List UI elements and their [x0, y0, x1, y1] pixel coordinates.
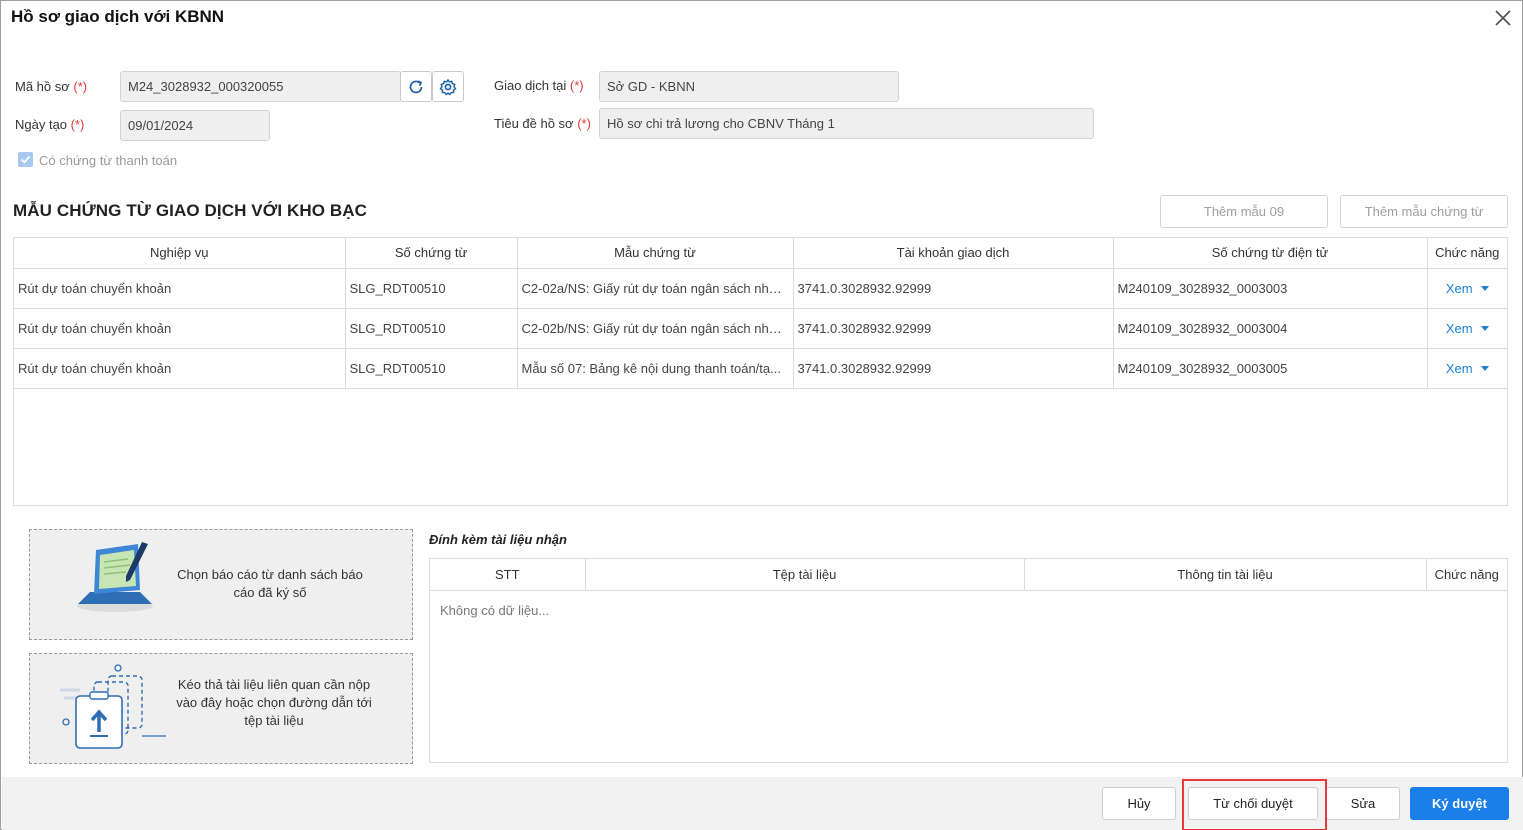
attachments-header-row: STT Tệp tài liệu Thông tin tài liệu Chức…	[430, 559, 1507, 591]
ngay-tao-field: 09/01/2024	[120, 110, 270, 141]
check-icon	[20, 155, 31, 164]
upload-document-icon	[60, 664, 166, 749]
col-nghiep-vu: Nghiệp vụ	[14, 238, 346, 269]
refresh-icon	[409, 79, 423, 93]
giao-dich-tai-label: Giao dịch tại (*)	[494, 78, 584, 93]
table-row[interactable]: Rút dự toán chuyển khoản SLG_RDT00510 Mẫ…	[14, 348, 1507, 389]
ma-ho-so-field: M24_3028932_000320055	[120, 71, 401, 102]
caret-down-icon	[1480, 325, 1489, 331]
col-tai-khoan: Tài khoản giao dịch	[793, 238, 1114, 269]
giao-dich-tai-field: Sở GD - KBNN	[599, 71, 899, 102]
settings-button[interactable]	[432, 71, 464, 102]
cell-tai-khoan: 3741.0.3028932.92999	[793, 348, 1114, 389]
xem-dropdown[interactable]: Xem	[1432, 281, 1504, 296]
tieu-de-label: Tiêu đề hồ sơ (*)	[494, 116, 591, 131]
col-chuc-nang: Chức năng	[1426, 559, 1507, 591]
edit-button[interactable]: Sửa	[1326, 787, 1400, 820]
so-chung-tu-link[interactable]: SLG_RDT00510	[345, 308, 518, 349]
ma-ho-so-label: Mã hồ sơ (*)	[15, 79, 88, 94]
col-thong-tin: Thông tin tài liệu	[1024, 559, 1427, 591]
col-tep-tai-lieu: Tệp tài liệu	[585, 559, 1025, 591]
table-row[interactable]: Rút dự toán chuyển khoản SLG_RDT00510 C2…	[14, 268, 1507, 309]
close-icon[interactable]	[1493, 8, 1513, 28]
cell-nghiep-vu: Rút dự toán chuyển khoản	[14, 348, 346, 389]
xem-dropdown[interactable]: Xem	[1432, 321, 1504, 336]
so-chung-tu-link[interactable]: SLG_RDT00510	[345, 268, 518, 309]
grid-header-row: Nghiệp vụ Số chứng từ Mẫu chứng từ Tài k…	[14, 238, 1507, 269]
chung-tu-grid: Nghiệp vụ Số chứng từ Mẫu chứng từ Tài k…	[13, 237, 1508, 506]
table-row[interactable]: Rút dự toán chuyển khoản SLG_RDT00510 C2…	[14, 308, 1507, 349]
section-title: MẪU CHỨNG TỪ GIAO DỊCH VỚI KHO BẠC	[13, 201, 367, 220]
caret-down-icon	[1480, 365, 1489, 371]
cancel-button[interactable]: Hủy	[1102, 787, 1176, 820]
co-chung-tu-checkbox[interactable]	[18, 152, 33, 167]
cell-so-dien-tu: M240109_3028932_0003005	[1113, 348, 1428, 389]
cell-mau-chung-tu: C2-02a/NS: Giấy rút dự toán ngân sách nh…	[517, 268, 794, 309]
approve-button[interactable]: Ký duyệt	[1410, 787, 1509, 820]
col-so-dien-tu: Số chứng từ điện tử	[1113, 238, 1428, 269]
caret-down-icon	[1480, 285, 1489, 291]
cell-mau-chung-tu: Mẫu số 07: Bảng kê nội dung thanh toán/t…	[517, 348, 794, 389]
xem-label: Xem	[1445, 360, 1473, 376]
cell-so-dien-tu: M240109_3028932_0003004	[1113, 308, 1428, 349]
laptop-icon	[77, 542, 153, 612]
cell-mau-chung-tu: C2-02b/NS: Giấy rút dự toán ngân sách nh…	[517, 308, 794, 349]
add-mau-chung-tu-button[interactable]: Thêm mẫu chứng từ	[1340, 195, 1508, 228]
refresh-button[interactable]	[400, 71, 432, 102]
cell-so-dien-tu: M240109_3028932_0003003	[1113, 268, 1428, 309]
col-mau-chung-tu: Mẫu chứng từ	[517, 238, 794, 269]
cell-tai-khoan: 3741.0.3028932.92999	[793, 268, 1114, 309]
col-so-chung-tu: Số chứng từ	[345, 238, 518, 269]
xem-label: Xem	[1445, 320, 1473, 336]
col-stt: STT	[430, 559, 586, 591]
drag-drop-text: Kéo thả tài liệu liên quan cần nộp vào đ…	[176, 677, 372, 728]
co-chung-tu-label: Có chứng từ thanh toán	[39, 153, 178, 168]
dialog-ho-so-giao-dich: Hồ sơ giao dịch với KBNN Mã hồ sơ (*) M2…	[0, 0, 1523, 830]
xem-dropdown[interactable]: Xem	[1432, 361, 1504, 376]
choose-signed-report-zone[interactable]: Chọn báo cáo từ danh sách báo cáo đã ký …	[29, 529, 413, 640]
highlight-box	[1182, 779, 1327, 830]
dialog-title: Hồ sơ giao dịch với KBNN	[11, 7, 225, 26]
gear-icon	[439, 78, 457, 95]
tieu-de-field: Hồ sơ chi trả lương cho CBNV Tháng 1	[599, 108, 1094, 139]
xem-label: Xem	[1445, 280, 1473, 296]
col-chuc-nang: Chức năng	[1427, 238, 1507, 269]
empty-state-text: Không có dữ liệu...	[440, 603, 550, 618]
cell-nghiep-vu: Rút dự toán chuyển khoản	[14, 268, 346, 309]
so-chung-tu-link[interactable]: SLG_RDT00510	[345, 348, 518, 389]
cell-chuc-nang: Xem	[1427, 308, 1507, 349]
ngay-tao-label: Ngày tạo (*)	[15, 117, 85, 132]
add-mau-09-button[interactable]: Thêm mẫu 09	[1160, 195, 1328, 228]
drag-drop-zone[interactable]: Kéo thả tài liệu liên quan cần nộp vào đ…	[29, 653, 413, 764]
cell-chuc-nang: Xem	[1427, 268, 1507, 309]
choose-signed-report-text: Chọn báo cáo từ danh sách báo cáo đã ký …	[177, 567, 363, 600]
cell-nghiep-vu: Rút dự toán chuyển khoản	[14, 308, 346, 349]
cell-tai-khoan: 3741.0.3028932.92999	[793, 308, 1114, 349]
cell-chuc-nang: Xem	[1427, 348, 1507, 389]
attachments-title: Đính kèm tài liệu nhận	[429, 532, 567, 547]
attachments-grid: STT Tệp tài liệu Thông tin tài liệu Chức…	[429, 558, 1508, 763]
